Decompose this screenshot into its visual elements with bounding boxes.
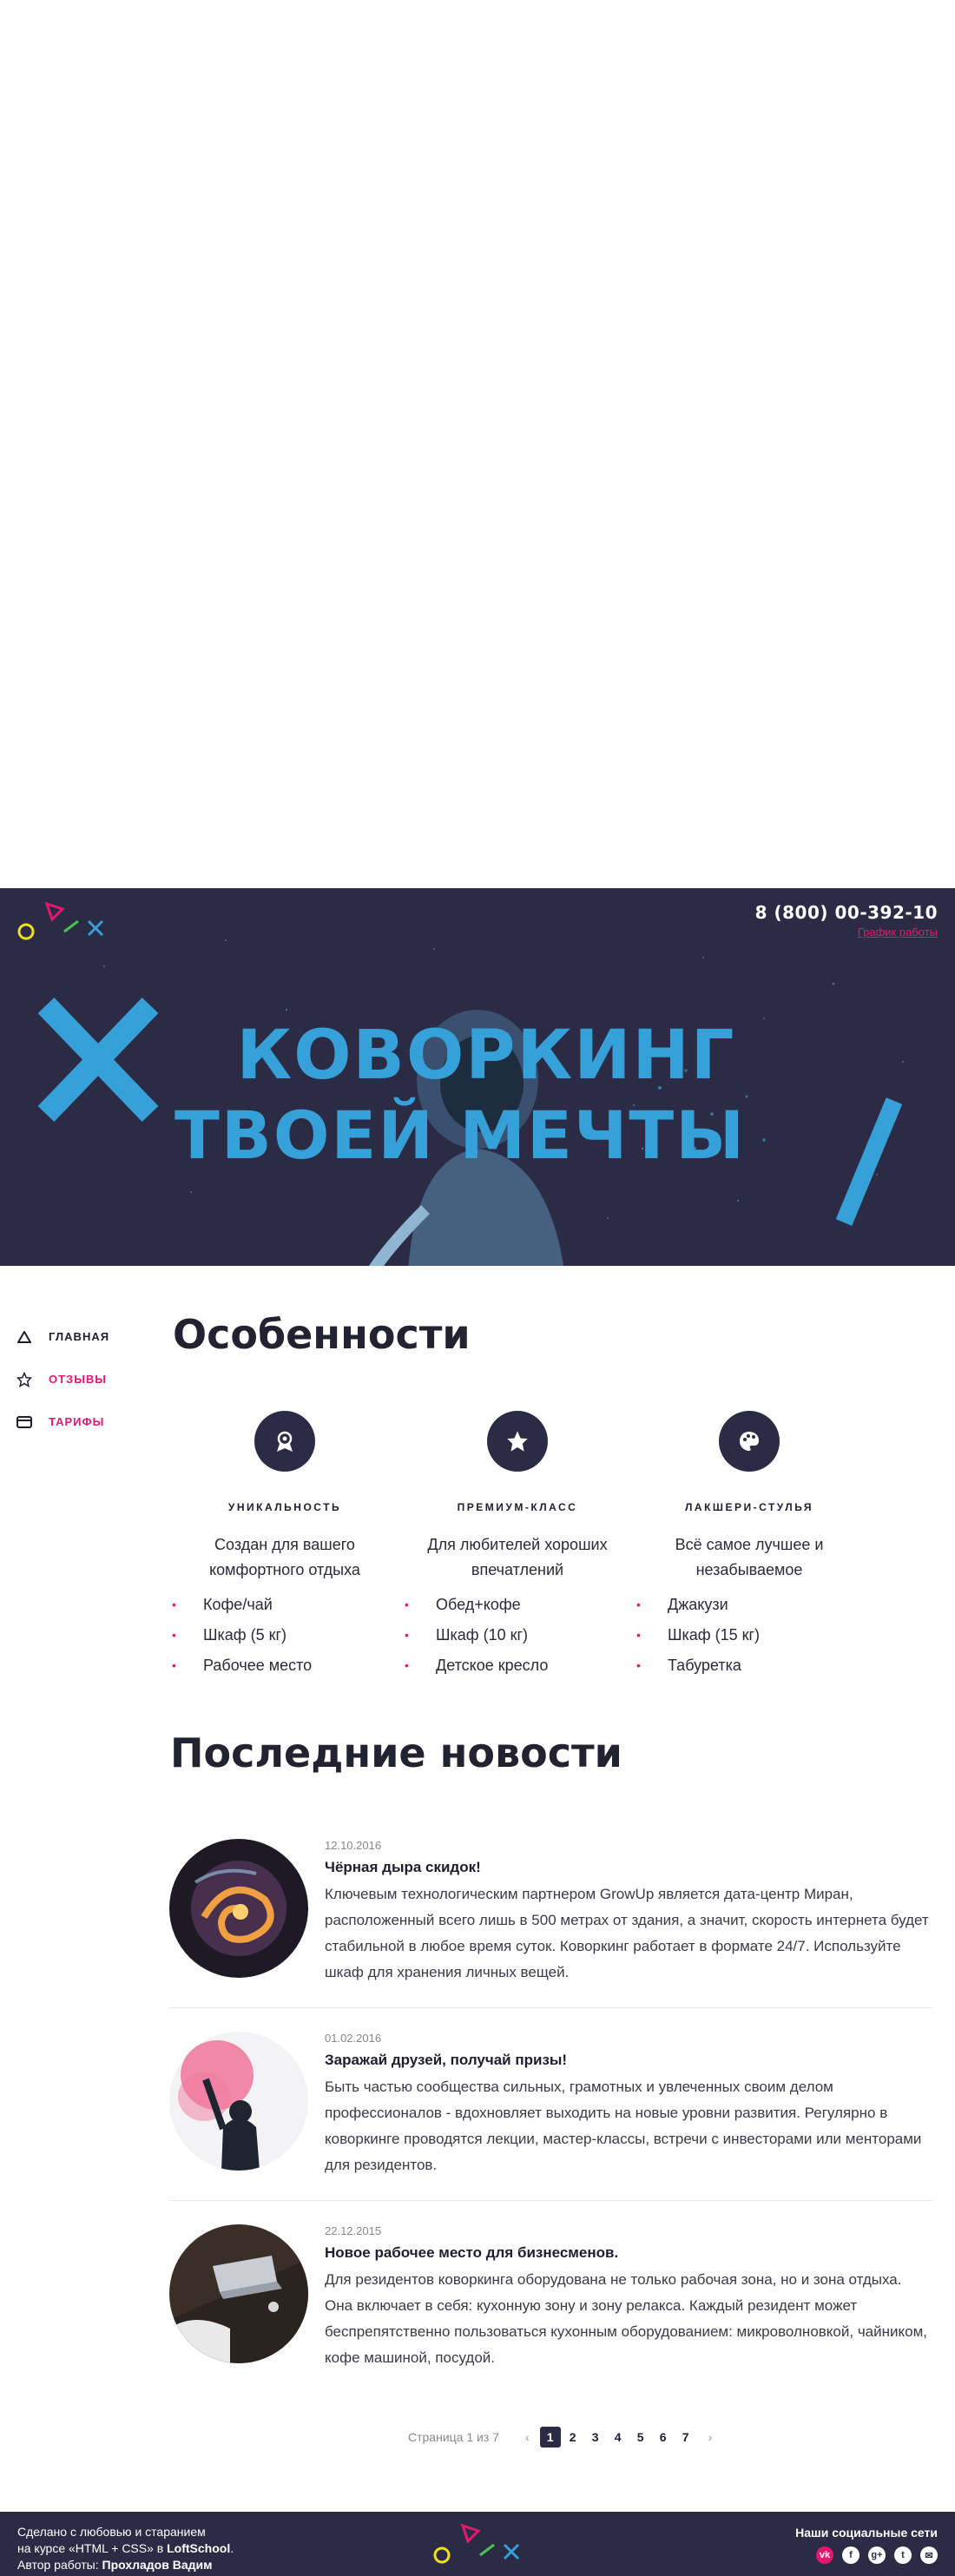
- phone-number[interactable]: 8 (800) 00-392-10: [755, 902, 938, 923]
- footer-logo[interactable]: [430, 2522, 525, 2567]
- news-image: [169, 1839, 308, 1978]
- news-title[interactable]: Чёрная дыра скидок!: [325, 1859, 932, 1876]
- credits-line1: Сделано с любовью и старанием: [17, 2525, 206, 2539]
- feature-list-item: Табуретка: [636, 1650, 862, 1681]
- feature-title: УНИКАЛЬНОСТЬ: [227, 1501, 342, 1513]
- twitter-icon[interactable]: t: [894, 2546, 912, 2564]
- social-icons: vk f g+ t ✉: [795, 2546, 938, 2564]
- feature-list: Обед+кофе Шкаф (10 кг) Детское кресло: [405, 1590, 630, 1681]
- sidebar-item-reviews[interactable]: ОТЗЫВЫ: [16, 1358, 146, 1400]
- feature-luxury: ЛАКШЕРИ-СТУЛЬЯ Всё самое лучшее и незабы…: [636, 1411, 862, 1681]
- feature-list-item: Джакузи: [636, 1590, 862, 1620]
- palette-icon: [719, 1411, 780, 1472]
- credits-author-label: Автор работы:: [17, 2558, 102, 2572]
- feature-list-item: Обед+кофе: [405, 1590, 630, 1620]
- feature-desc: Для любителей хороших впечатлений: [427, 1536, 608, 1578]
- news-divider: [169, 2007, 933, 2008]
- logo[interactable]: [14, 900, 109, 944]
- pagination-label: Страница 1 из 7: [408, 2430, 499, 2444]
- page-button-3[interactable]: 3: [585, 2427, 606, 2448]
- triangle-icon: [16, 1328, 33, 1346]
- feature-list: Джакузи Шкаф (15 кг) Табуретка: [636, 1590, 862, 1681]
- news-body: 01.02.2016 Заражай друзей, получай призы…: [325, 2032, 932, 2178]
- feature-list-item: Шкаф (5 кг): [172, 1620, 398, 1650]
- credits-author: Прохладов Вадим: [102, 2558, 213, 2572]
- prev-page-button[interactable]: ‹: [525, 2430, 530, 2444]
- news-date: 01.02.2016: [325, 2032, 382, 2045]
- features-heading: Особенности: [173, 1311, 471, 1358]
- feature-desc: Создан для вашего комфортного отдыха: [209, 1536, 360, 1578]
- feature-list-item: Шкаф (10 кг): [405, 1620, 630, 1650]
- page-button-4[interactable]: 4: [608, 2427, 629, 2448]
- credits-line3: Автор работы: Прохладов Вадим: [17, 2557, 234, 2573]
- feature-premium: ПРЕМИУМ-КЛАСС Для любителей хороших впеч…: [405, 1411, 630, 1681]
- credits-line2: на курсе «HTML + CSS» в LoftSchool.: [17, 2540, 234, 2557]
- hero-title-line2: ТВОЕЙ МЕЧТЫ: [175, 1097, 746, 1174]
- news-image: [169, 2032, 308, 2171]
- schedule-link[interactable]: График работы: [858, 926, 938, 939]
- news-body: 12.10.2016 Чёрная дыра скидок! Ключевым …: [325, 1839, 932, 1986]
- feature-list-item: Кофе/чай: [172, 1590, 398, 1620]
- footer-credits: Сделано с любовью и старанием на курсе «…: [17, 2524, 234, 2573]
- feature-list-item: Рабочее место: [172, 1650, 398, 1681]
- facebook-icon[interactable]: f: [842, 2546, 860, 2564]
- sidebar-item-tariffs[interactable]: ТАРИФЫ: [16, 1400, 146, 1443]
- page-button-1[interactable]: 1: [539, 2427, 561, 2448]
- next-page-button[interactable]: ›: [708, 2430, 713, 2444]
- sidebar-item-label: ТАРИФЫ: [49, 1415, 105, 1428]
- sidebar-item-label: ГЛАВНАЯ: [49, 1330, 110, 1343]
- feature-uniqueness: УНИКАЛЬНОСТЬ Создан для вашего комфортно…: [172, 1411, 398, 1681]
- feature-list-item: Шкаф (15 кг): [636, 1620, 862, 1650]
- credits-course: на курсе «HTML + CSS» в: [17, 2541, 168, 2555]
- feature-title: ПРЕМИУМ-КЛАСС: [457, 1501, 578, 1513]
- page-button-2[interactable]: 2: [563, 2427, 583, 2448]
- wallet-icon: [16, 1413, 33, 1431]
- feature-list-item: Детское кресло: [405, 1650, 630, 1681]
- news-body: 22.12.2015 Новое рабочее место для бизне…: [325, 2224, 932, 2371]
- page-button-5[interactable]: 5: [630, 2427, 651, 2448]
- credits-dot: .: [230, 2541, 234, 2555]
- feature-title: ЛАКШЕРИ-СТУЛЬЯ: [684, 1501, 813, 1513]
- news-divider: [169, 2200, 933, 2201]
- page-button-6[interactable]: 6: [653, 2427, 674, 2448]
- sidebar-item-home[interactable]: ГЛАВНАЯ: [16, 1315, 146, 1358]
- news-title[interactable]: Заражай друзей, получай призы!: [325, 2052, 932, 2069]
- news-text: Быть частью сообщества сильных, грамотны…: [325, 2079, 922, 2173]
- star-icon: [16, 1371, 33, 1388]
- star-icon: [487, 1411, 548, 1472]
- sidebar-item-label: ОТЗЫВЫ: [49, 1373, 108, 1386]
- pagination: Страница 1 из 7 ‹ 1 2 3 4 5 6 7 ›: [408, 2427, 722, 2448]
- news-date: 12.10.2016: [325, 1839, 382, 1852]
- news-text: Для резидентов коворкинга оборудована не…: [325, 2271, 928, 2366]
- page-button-7[interactable]: 7: [675, 2427, 696, 2448]
- medal-icon: [254, 1411, 315, 1472]
- feature-desc: Всё самое лучшее и незабываемое: [675, 1536, 824, 1578]
- feature-list: Кофе/чай Шкаф (5 кг) Рабочее место: [172, 1590, 398, 1681]
- social-block: Наши социальные сети vk f g+ t ✉: [795, 2526, 938, 2564]
- news-heading: Последние новости: [170, 1729, 622, 1776]
- news-title[interactable]: Новое рабочее место для бизнесменов.: [325, 2244, 932, 2262]
- news-date: 22.12.2015: [325, 2224, 382, 2237]
- credits-school[interactable]: LoftSchool: [167, 2541, 230, 2555]
- contact-box: 8 (800) 00-392-10 График работы: [755, 902, 938, 940]
- hero-header: 8 (800) 00-392-10 График работы КОВОРКИН…: [0, 888, 955, 1266]
- news-text: Ключевым технологическим партнером GrowU…: [325, 1886, 929, 1980]
- mail-icon[interactable]: ✉: [920, 2546, 938, 2564]
- hero-title-line1: КОВОРКИНГ: [236, 1017, 736, 1095]
- social-title: Наши социальные сети: [795, 2526, 938, 2540]
- vk-icon[interactable]: vk: [816, 2546, 833, 2564]
- footer: Сделано с любовью и старанием на курсе «…: [0, 2512, 955, 2576]
- google-plus-icon[interactable]: g+: [868, 2546, 886, 2564]
- sidebar-nav: ГЛАВНАЯ ОТЗЫВЫ ТАРИФЫ: [16, 1315, 146, 1443]
- news-image: [169, 2224, 308, 2363]
